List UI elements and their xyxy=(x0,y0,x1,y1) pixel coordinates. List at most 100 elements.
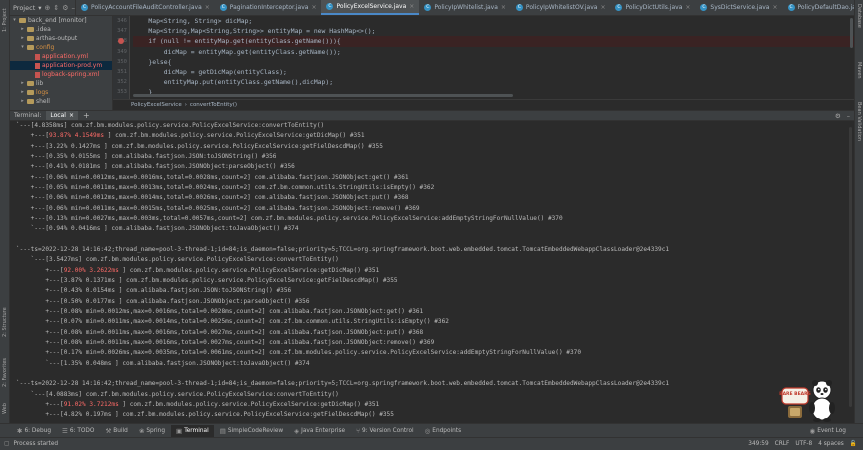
terminal-line[interactable]: `---ts=2022-12-28 14:16:42;thread_name=p… xyxy=(10,245,854,255)
tool-window-button[interactable]: ▤ SimpleCodeReview xyxy=(215,425,288,437)
tool-window-button[interactable]: ◎ Endpoints xyxy=(420,425,467,437)
code-line[interactable]: dicMap = getDicMap(entityClass); xyxy=(133,67,854,77)
terminal-line[interactable]: +---[0.17% min=0.0026ms,max=0.0035ms,tot… xyxy=(10,348,854,358)
terminal-line[interactable]: +---[4.82% 0.197ms ] com.zf.bm.modules.p… xyxy=(10,410,854,420)
terminal-line[interactable]: +---[0.13% min=0.0027ms,max=0.003ms,tota… xyxy=(10,214,854,224)
cursor-position[interactable]: 349:59 xyxy=(748,441,768,447)
bean-validation-tool-tab[interactable]: Bean Validation xyxy=(855,102,862,141)
database-tool-tab[interactable]: Database xyxy=(855,4,862,28)
favorites-tool-tab[interactable]: 2: Favorites xyxy=(1,350,9,395)
editor-tab[interactable]: C PaginationInterceptor.java × xyxy=(215,0,322,15)
collapse-icon[interactable]: ⇕ xyxy=(53,4,59,12)
close-tab-icon[interactable]: × xyxy=(409,3,414,10)
terminal-line[interactable]: +---[0.08% min=0.0012ms,max=0.0016ms,tot… xyxy=(10,307,854,317)
close-tab-icon[interactable]: × xyxy=(501,4,506,11)
expand-arrow-icon[interactable]: ▾ xyxy=(12,16,17,25)
close-tab-icon[interactable]: × xyxy=(772,4,777,11)
file-encoding[interactable]: UTF-8 xyxy=(795,441,812,447)
code-line[interactable]: Map<String,Map<String,String>> entityMap… xyxy=(133,26,854,36)
minimize-icon[interactable]: – xyxy=(72,4,76,12)
code-line[interactable]: }else{ xyxy=(133,57,854,67)
tree-item[interactable]: ▾ back_end [monitor] xyxy=(10,16,112,25)
breadcrumb-class[interactable]: PolicyExcelService xyxy=(131,102,182,108)
editor-tab[interactable]: C SysDictService.java × xyxy=(695,0,782,15)
tool-window-button[interactable]: ⑂ 9: Version Control xyxy=(351,425,419,437)
project-dropdown-icon[interactable]: ▾ xyxy=(38,4,41,12)
tree-item[interactable]: application.yml xyxy=(10,52,112,61)
code-line[interactable]: entityMap.put(entityClass.getName(),dicM… xyxy=(133,77,854,87)
breakpoint-icon[interactable] xyxy=(118,38,124,44)
tool-window-button[interactable]: ⚒ Build xyxy=(100,425,132,437)
tree-item[interactable]: ▸ logs xyxy=(10,88,112,97)
close-tab-icon[interactable]: × xyxy=(205,4,210,11)
terminal-line[interactable]: +---[0.41% 0.0181ms ] com.alibaba.fastjs… xyxy=(10,162,854,172)
tree-item[interactable]: ▸ shell xyxy=(10,97,112,106)
terminal-line[interactable]: +---[3.87% 0.1371ms ] com.zf.bm.modules.… xyxy=(10,276,854,286)
expand-arrow-icon[interactable]: ▸ xyxy=(20,34,25,43)
code-editor[interactable]: 346347348349350351352353 Map<String, Str… xyxy=(113,16,854,99)
terminal-line[interactable]: +---[93.87% 4.1549ms ] com.zf.bm.modules… xyxy=(10,131,854,141)
line-separator[interactable]: CRLF xyxy=(775,441,790,447)
event-log-button[interactable]: ◉ Event Log xyxy=(805,425,851,437)
minimize-icon[interactable]: – xyxy=(847,112,850,120)
expand-arrow-icon[interactable]: ▸ xyxy=(20,97,25,106)
terminal-scrollbar[interactable] xyxy=(849,127,852,407)
expand-arrow-icon[interactable]: ▸ xyxy=(20,79,25,88)
terminal-line[interactable]: +---[0.50% 0.0177ms ] com.alibaba.fastjs… xyxy=(10,297,854,307)
terminal-line[interactable]: +---[0.06% min=0.0012ms,max=0.0014ms,tot… xyxy=(10,193,854,203)
editor-tab[interactable]: C PolicyExcelService.java × xyxy=(321,0,420,15)
tree-item[interactable]: ▸ .idea xyxy=(10,25,112,34)
maven-tool-tab[interactable]: Maven xyxy=(855,62,862,79)
code-line[interactable]: if (null != entityMap.get(entityClass.ge… xyxy=(133,36,854,47)
new-terminal-icon[interactable]: + xyxy=(83,111,90,120)
web-tool-tab[interactable]: Web xyxy=(1,400,9,418)
terminal-line[interactable]: +---[0.08% min=0.0011ms,max=0.0016ms,tot… xyxy=(10,338,854,348)
globe-icon[interactable]: ⊕ xyxy=(45,4,51,12)
editor-tab[interactable]: C PolicyIpWhitelistOV.java × xyxy=(511,0,611,15)
expand-arrow-icon[interactable]: ▾ xyxy=(20,43,25,52)
editor-tab[interactable]: C PolicyIpWhitelist.java × xyxy=(419,0,511,15)
editor-vertical-scrollbar[interactable] xyxy=(850,18,853,48)
terminal-line[interactable]: +---[92.00% 3.2622ms ] com.zf.bm.modules… xyxy=(10,266,854,276)
terminal-line[interactable]: +---[0.06% min=0.0012ms,max=0.0016ms,tot… xyxy=(10,173,854,183)
close-tab-icon[interactable]: × xyxy=(311,4,316,11)
editor-tab[interactable]: CPolicyDefaultDao.java× xyxy=(783,0,854,15)
terminal-line[interactable]: +---[0.35% 0.0155ms ] com.alibaba.fastjs… xyxy=(10,152,854,162)
tool-window-button[interactable]: ❀ Spring xyxy=(134,425,170,437)
terminal-line[interactable]: `---[0.94% 0.0416ms ] com.alibaba.fastjs… xyxy=(10,224,854,234)
terminal-line[interactable]: `---[3.5427ms] com.zf.bm.modules.policy.… xyxy=(10,255,854,265)
code-lines[interactable]: Map<String, String> dicMap; Map<String,M… xyxy=(133,16,854,98)
gear-icon[interactable]: ⚙ xyxy=(835,112,841,120)
terminal-line[interactable]: `---[4.0883ms] com.zf.bm.modules.policy.… xyxy=(10,390,854,400)
close-tab-icon[interactable]: × xyxy=(685,4,690,11)
terminal-output[interactable]: `---[4.8358ms] com.zf.bm.modules.policy.… xyxy=(10,121,854,423)
code-line[interactable]: Map<String, String> dicMap; xyxy=(133,16,854,26)
terminal-line[interactable]: +---[0.06% min=0.0011ms,max=0.0015ms,tot… xyxy=(10,204,854,214)
expand-arrow-icon[interactable]: ▸ xyxy=(20,88,25,97)
tool-window-button[interactable]: ▣ Terminal xyxy=(171,424,214,437)
breadcrumb-method[interactable]: convertToEntity() xyxy=(190,102,237,108)
tree-item[interactable]: ▾ config xyxy=(10,43,112,52)
close-tab-icon[interactable]: × xyxy=(600,4,605,11)
editor-tab[interactable]: C PolicyDictUtils.java × xyxy=(610,0,695,15)
tool-window-button[interactable]: ✱ 6: Debug xyxy=(12,425,56,437)
lock-icon[interactable]: 🔓 xyxy=(850,441,857,447)
terminal-line[interactable] xyxy=(10,369,854,379)
terminal-line[interactable]: +---[0.05% min=0.0011ms,max=0.0013ms,tot… xyxy=(10,183,854,193)
tool-window-button[interactable]: ◈ Java Enterprise xyxy=(289,425,350,437)
terminal-line[interactable]: `---ts=2022-12-28 14:16:42;thread_name=p… xyxy=(10,379,854,389)
tool-window-button[interactable]: ☰ 6: TODO xyxy=(57,425,99,437)
terminal-line[interactable]: +---[91.02% 3.7212ms ] com.zf.bm.modules… xyxy=(10,400,854,410)
editor-horizontal-scrollbar[interactable] xyxy=(133,94,513,97)
tree-item[interactable]: logback-spring.xml xyxy=(10,70,112,79)
terminal-tab-local[interactable]: Local × xyxy=(46,111,78,120)
project-tool-tab[interactable]: 1: Project xyxy=(1,4,9,36)
terminal-line[interactable]: `---[4.8358ms] com.zf.bm.modules.policy.… xyxy=(10,121,854,131)
gear-icon[interactable]: ⚙ xyxy=(62,4,68,12)
terminal-line[interactable]: +---[0.08% min=0.0011ms,max=0.0016ms,tot… xyxy=(10,328,854,338)
terminal-line[interactable]: +---[0.07% min=0.0011ms,max=0.0014ms,tot… xyxy=(10,317,854,327)
close-icon[interactable]: × xyxy=(69,111,74,120)
tree-item[interactable]: ▸ lib xyxy=(10,79,112,88)
editor-tab[interactable]: C PolicyAccountFileAuditController.java × xyxy=(76,0,215,15)
indent-setting[interactable]: 4 spaces xyxy=(818,441,844,447)
